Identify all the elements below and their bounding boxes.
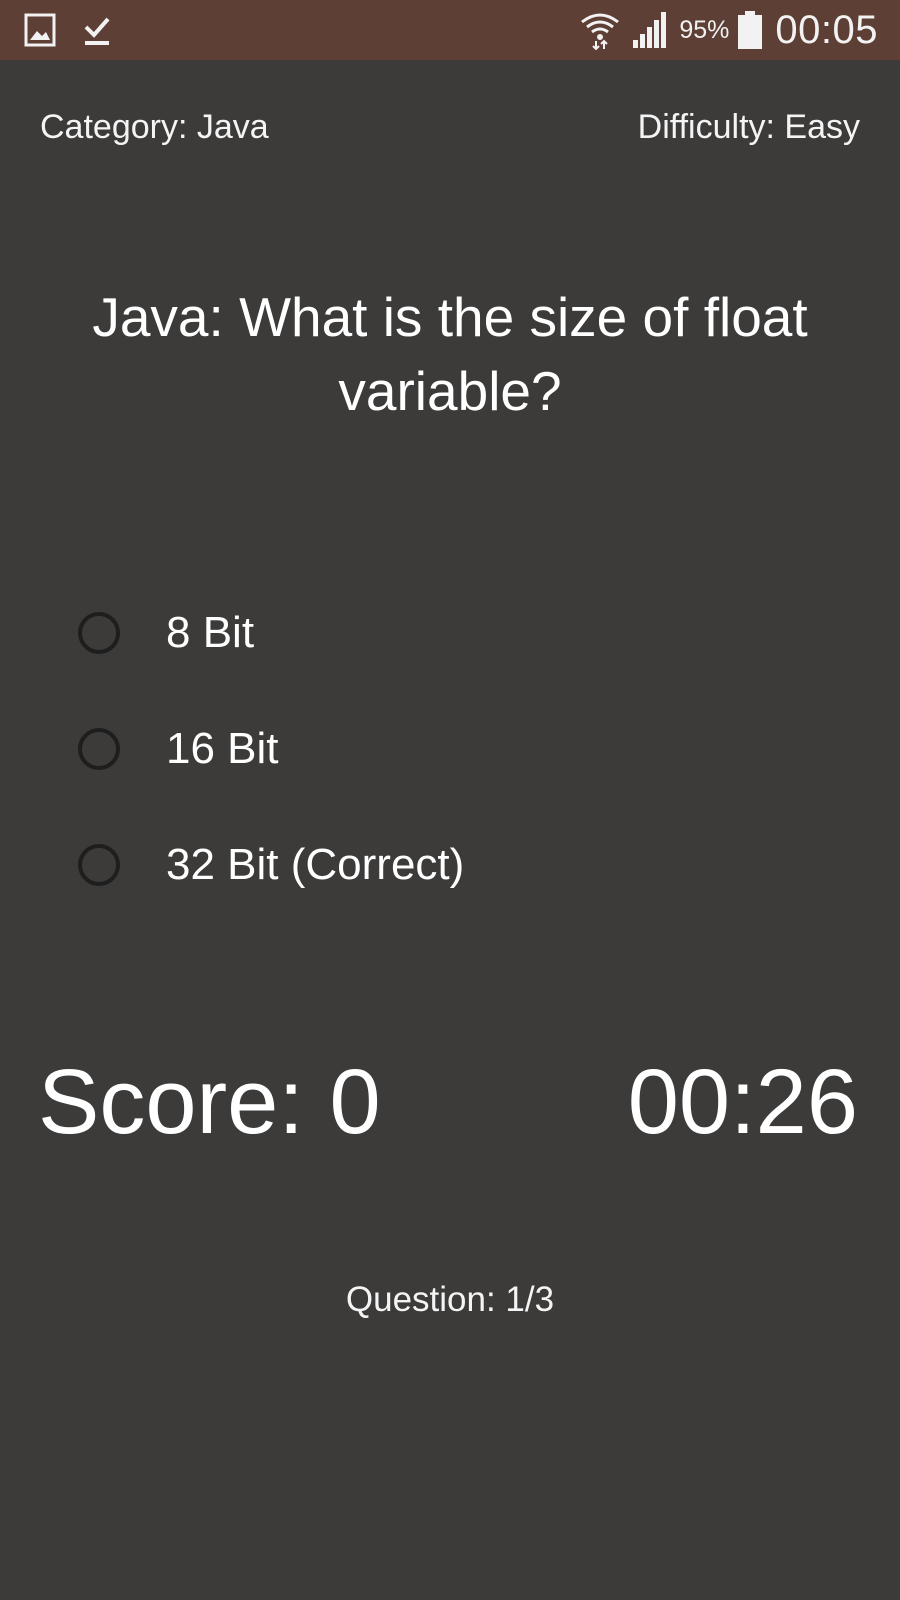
- radio-button[interactable]: [78, 844, 120, 886]
- status-system: 95% 00:05: [579, 0, 878, 60]
- question-text: Java: What is the size of float variable…: [92, 286, 808, 422]
- battery-percent: 95%: [679, 15, 730, 44]
- answer-option-1[interactable]: 8 Bit: [78, 607, 838, 659]
- countdown-timer: 00:26: [627, 1051, 858, 1153]
- category-label: Category: Java: [40, 107, 269, 146]
- radio-button[interactable]: [78, 728, 120, 770]
- download-done-icon: [82, 13, 112, 47]
- status-notifications: [24, 12, 112, 48]
- status-clock: 00:05: [775, 7, 878, 52]
- signal-icon: [629, 10, 669, 50]
- answer-option-label: 8 Bit: [166, 608, 255, 657]
- answer-option-3[interactable]: 32 Bit (Correct): [78, 839, 838, 891]
- answer-option-2[interactable]: 16 Bit: [78, 723, 838, 775]
- status-bar: 95% 00:05: [0, 0, 900, 60]
- quiz-screen: 95% 00:05 Category: Java Difficulty: Eas…: [0, 0, 900, 1600]
- question-progress: Question: 1/3: [345, 1280, 555, 1319]
- gallery-icon: [24, 13, 56, 47]
- radio-button[interactable]: [78, 612, 120, 654]
- answer-options: 8 Bit 16 Bit 32 Bit (Correct): [78, 607, 838, 955]
- quiz-meta-row: Category: Java Difficulty: Easy: [40, 104, 860, 150]
- difficulty-label: Difficulty: Easy: [637, 107, 860, 146]
- wifi-icon: [579, 10, 621, 50]
- score-display: Score: 0: [38, 1051, 381, 1153]
- answer-option-label: 32 Bit (Correct): [166, 840, 465, 889]
- battery-icon: [737, 10, 763, 50]
- answer-option-label: 16 Bit: [166, 724, 279, 773]
